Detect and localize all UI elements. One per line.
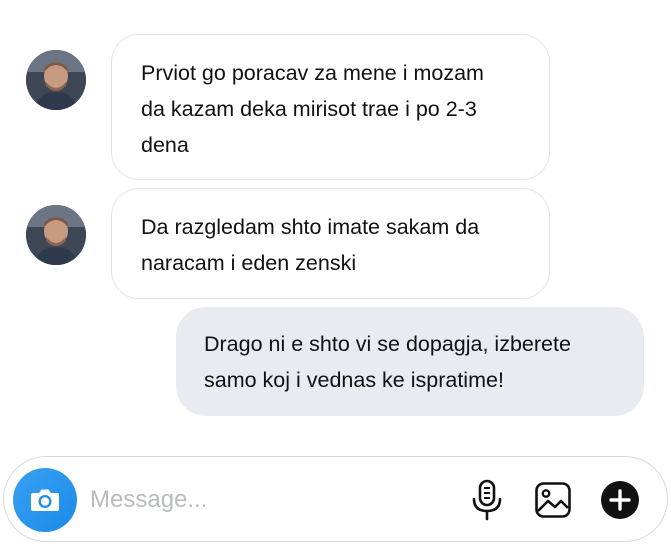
sender-avatar[interactable] (26, 50, 86, 110)
add-button[interactable] (598, 478, 642, 522)
message-line: da kazam deka mirisot trae i po 2-3 (141, 97, 477, 121)
message-line: Da razgledam shto imate sakam da (141, 215, 480, 239)
message-line: naracam i eden zenski (141, 251, 357, 275)
message-composer (3, 456, 668, 542)
message-line: samo koj i vednas ke ispratime! (204, 368, 504, 392)
plus-icon (601, 481, 639, 519)
message-line: Prviot go poracav za mene i mozam (141, 61, 484, 85)
message-input[interactable] (90, 483, 430, 517)
microphone-icon (472, 479, 502, 521)
message-line: Drago ni e shto vi se dopagja, izberete (204, 332, 571, 356)
message-bubble-outgoing[interactable]: Drago ni e shto vi se dopagja, izberete … (176, 307, 644, 416)
microphone-button[interactable] (467, 476, 507, 524)
camera-icon (31, 489, 59, 511)
image-icon (535, 482, 571, 518)
message-line: dena (141, 133, 189, 157)
image-button[interactable] (532, 479, 574, 521)
camera-button[interactable] (13, 468, 77, 532)
message-bubble-incoming[interactable]: Prviot go poracav za mene i mozam da kaz… (111, 34, 550, 180)
sender-avatar[interactable] (26, 205, 86, 265)
message-bubble-incoming[interactable]: Da razgledam shto imate sakam da naracam… (111, 188, 550, 299)
